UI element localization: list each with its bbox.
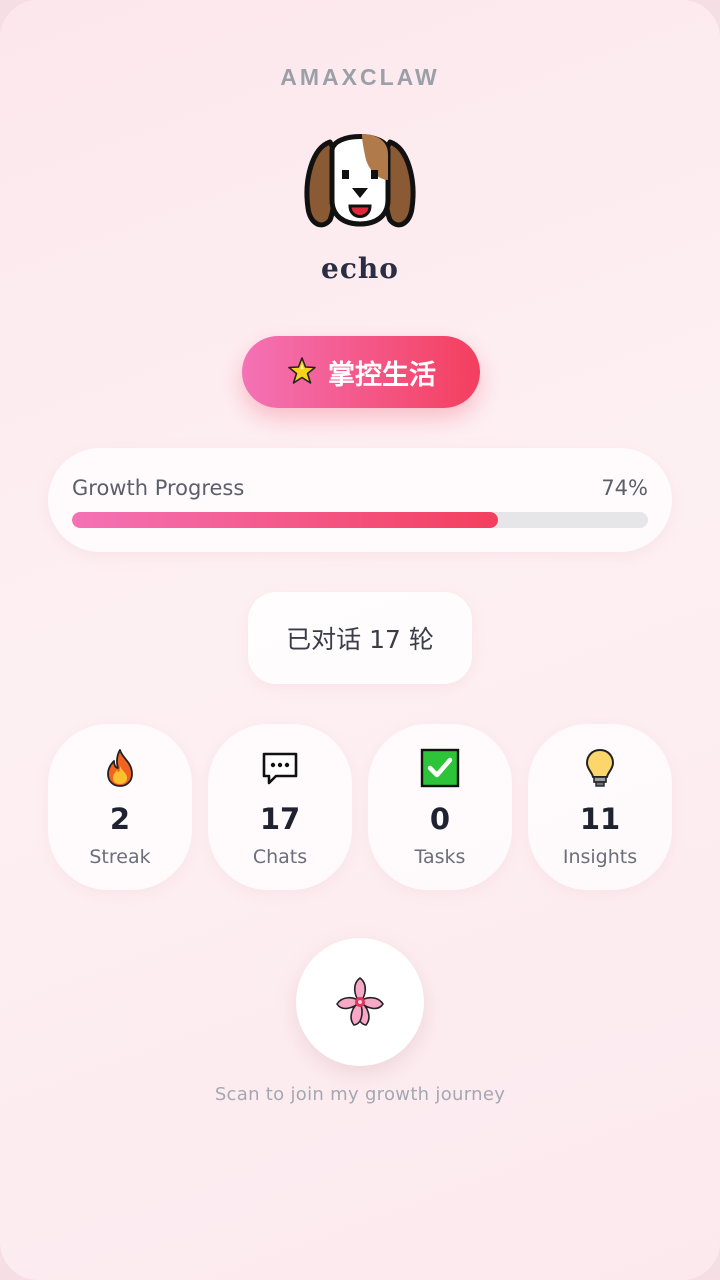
- stat-value: 0: [429, 802, 451, 836]
- progress-label: Growth Progress: [72, 476, 245, 500]
- check-box-icon: [420, 748, 460, 788]
- stat-label: Tasks: [414, 846, 466, 868]
- share-card: AMAXCLAW echo 掌控生活 Growth Progress 74% 已…: [0, 0, 720, 1280]
- stat-streak: 2 Streak: [48, 724, 192, 890]
- progress-fill: [72, 512, 499, 528]
- light-bulb-icon: [586, 749, 614, 787]
- title-badge[interactable]: 掌控生活: [242, 336, 480, 408]
- qr-caption: Scan to join my growth journey: [214, 1084, 506, 1105]
- avatar: [300, 120, 420, 240]
- brand-label: AMAXCLAW: [280, 64, 440, 90]
- stat-label: Chats: [252, 846, 308, 868]
- fire-icon: [107, 749, 133, 787]
- qr-code-button[interactable]: [296, 938, 424, 1066]
- speech-bubble-icon: [262, 752, 298, 785]
- stat-value: 17: [259, 802, 301, 836]
- stat-label: Streak: [89, 846, 151, 868]
- growth-progress-card: Growth Progress 74%: [48, 448, 672, 552]
- stat-insights: 11 Insights: [528, 724, 672, 890]
- conversation-count: 已对话 17 轮: [248, 592, 472, 684]
- progress-track: [72, 512, 648, 528]
- stat-label: Insights: [562, 846, 638, 868]
- beagle-dog-icon: [304, 134, 416, 228]
- stat-value: 11: [579, 802, 621, 836]
- profile-name: echo: [321, 252, 399, 285]
- stat-tasks: 0 Tasks: [368, 724, 512, 890]
- progress-percent: 74%: [601, 476, 648, 500]
- cherry-blossom-icon: [336, 977, 384, 1026]
- stat-chats: 17 Chats: [208, 724, 352, 890]
- title-badge-label: 掌控生活: [328, 359, 436, 391]
- stat-value: 2: [109, 802, 131, 836]
- sparkle-star-icon: [288, 357, 316, 384]
